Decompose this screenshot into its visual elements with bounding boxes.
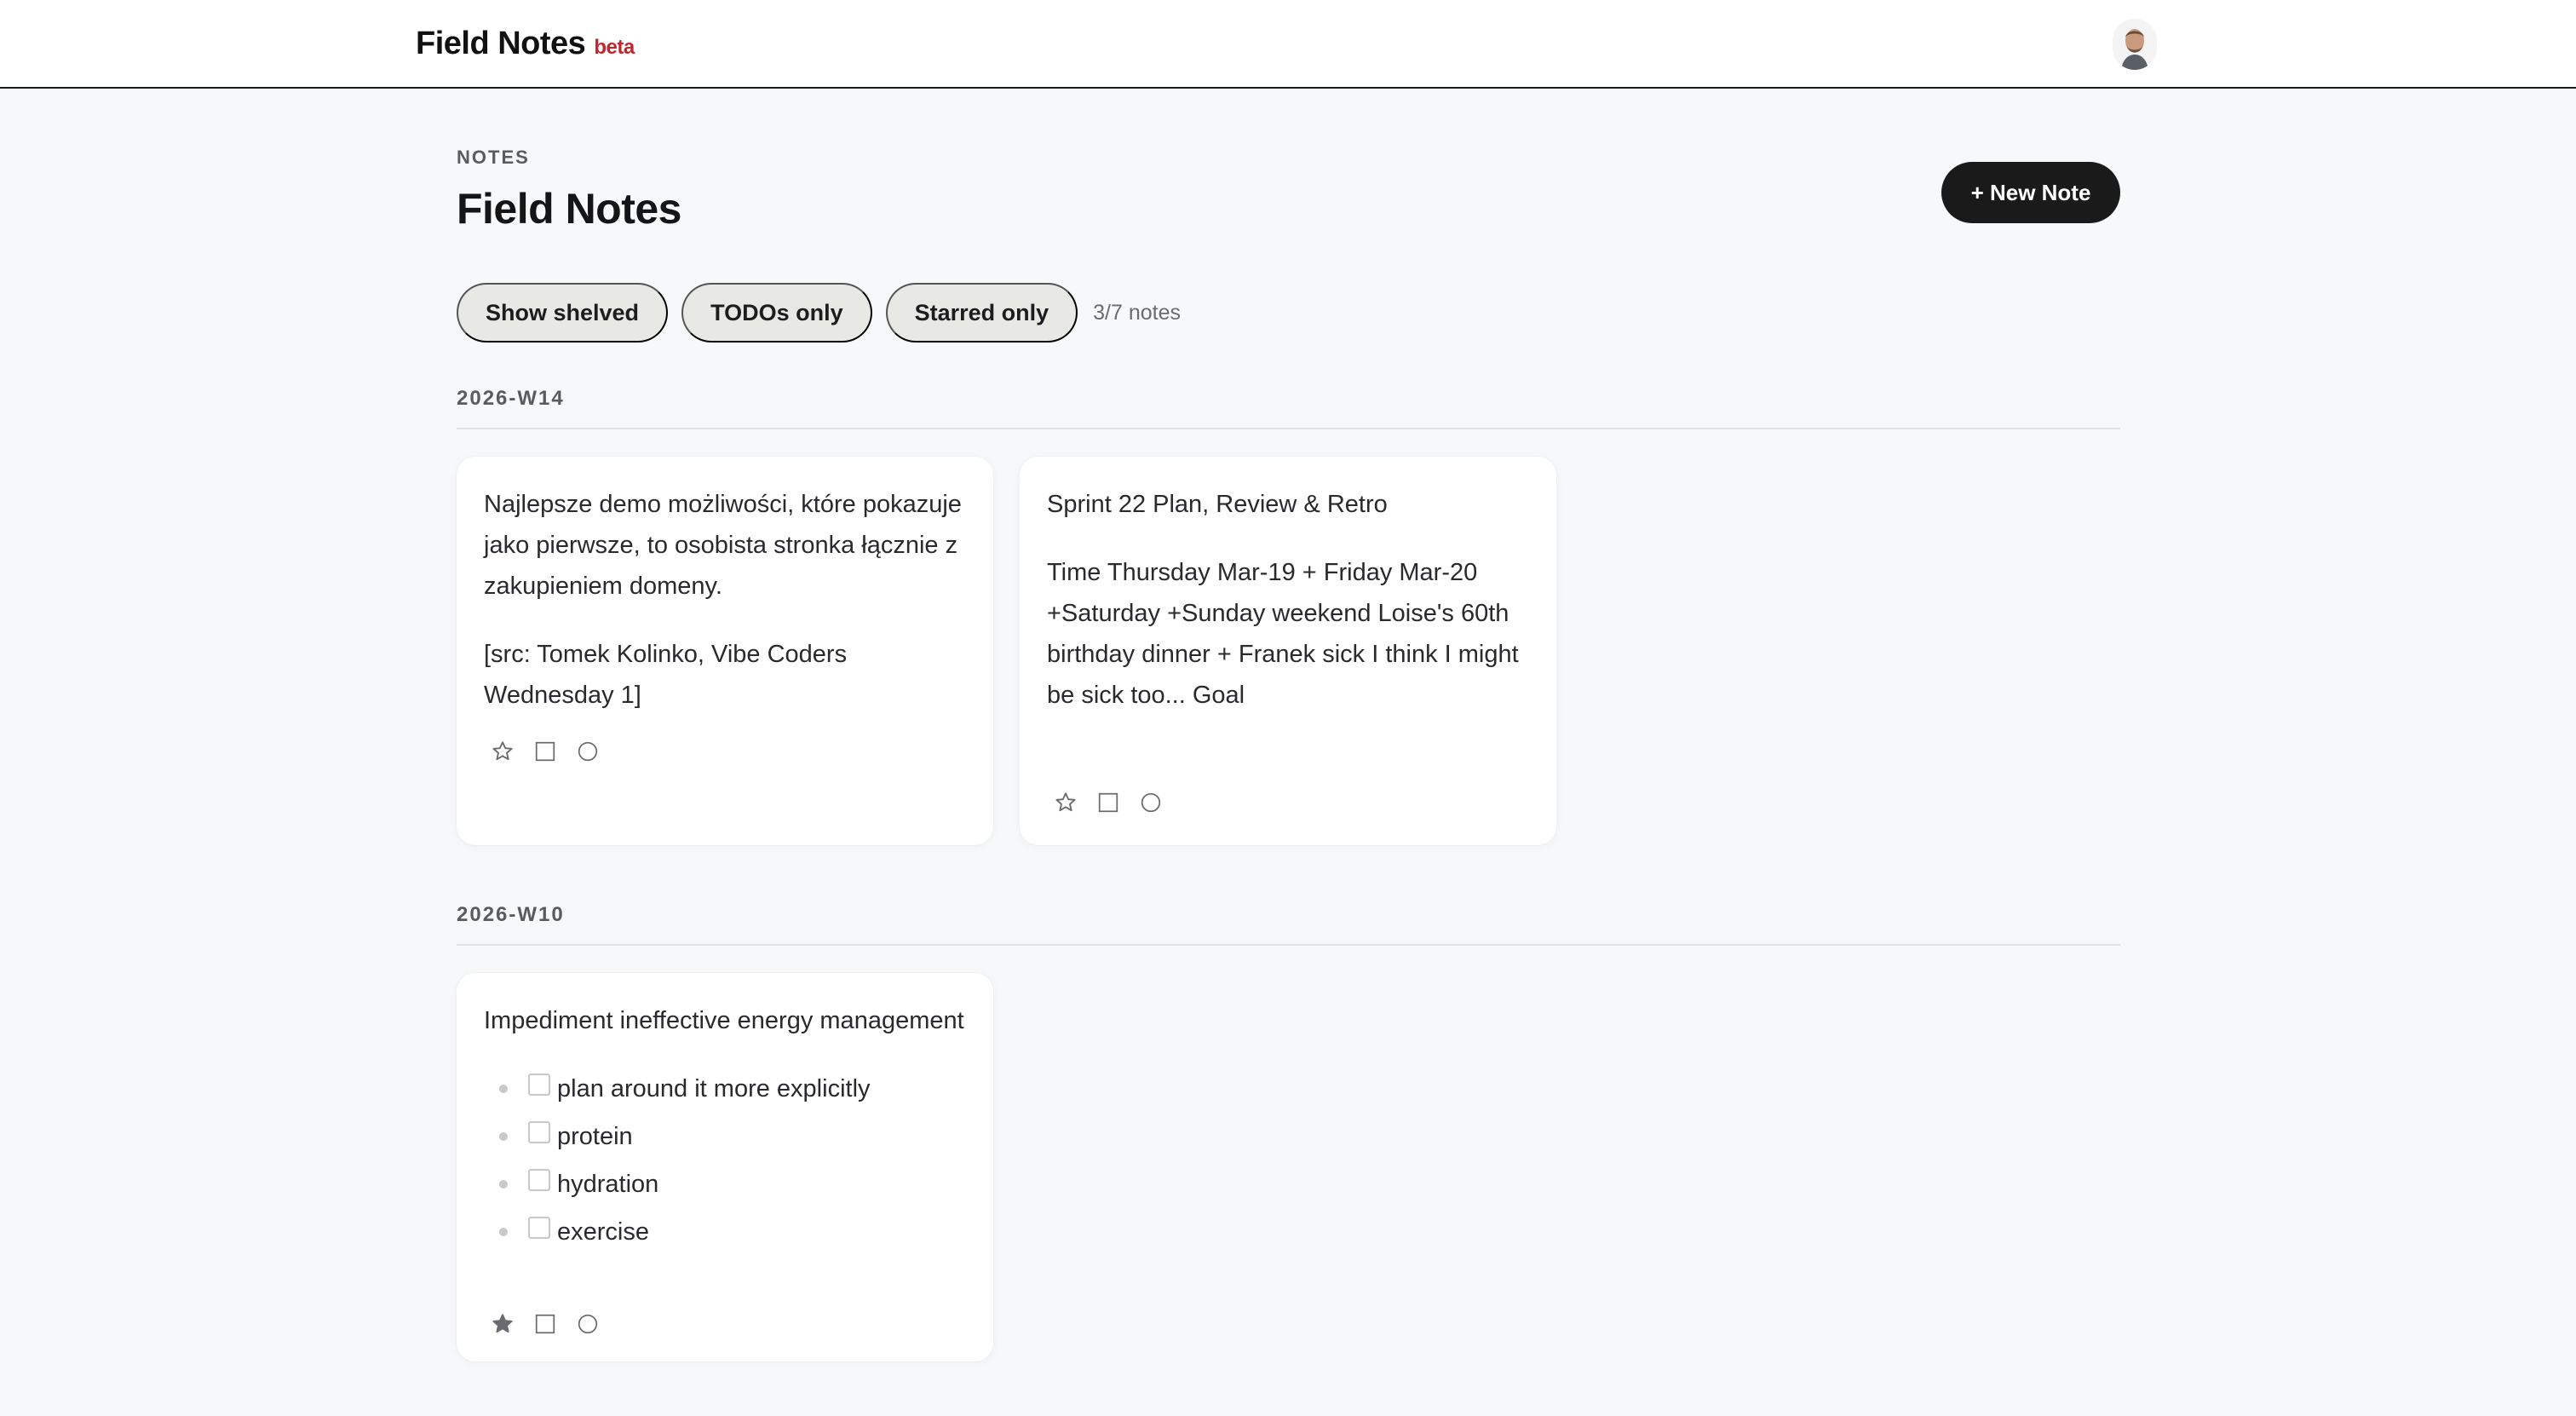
- week-heading: 2026-W14: [457, 387, 565, 410]
- star-icon[interactable]: [1054, 791, 1078, 814]
- note-actions: [491, 1312, 966, 1336]
- avatar-image: [2113, 19, 2157, 70]
- circle-icon[interactable]: [576, 1312, 600, 1336]
- note-actions: [1054, 791, 1529, 814]
- circle-icon[interactable]: [1139, 791, 1163, 814]
- todo-item: plan around it more explicitly: [484, 1065, 966, 1113]
- note-body: Sprint 22 Plan, Review & Retro Time Thur…: [1047, 484, 1529, 779]
- todo-checkbox[interactable]: [528, 1074, 550, 1096]
- starred-only-toggle[interactable]: Starred only: [885, 283, 1078, 342]
- todo-item: hydration: [484, 1160, 966, 1208]
- todo-item: exercise: [484, 1208, 966, 1256]
- section-eyebrow: NOTES: [457, 147, 530, 168]
- note-card[interactable]: Sprint 22 Plan, Review & Retro Time Thur…: [1020, 457, 1556, 845]
- week-divider: [457, 944, 2120, 946]
- star-filled-icon[interactable]: [491, 1312, 515, 1336]
- note-text: Najlepsze demo możliwości, które pokazuj…: [484, 491, 962, 600]
- note-text: [src: Tomek Kolinko, Vibe Coders Wednesd…: [484, 641, 848, 709]
- note-body: Impediment ineffective energy management…: [484, 1000, 966, 1300]
- note-actions: [491, 740, 966, 763]
- todo-list: plan around it more explicitly protein h…: [484, 1065, 966, 1256]
- week-heading: 2026-W10: [457, 903, 565, 926]
- todo-checkbox[interactable]: [528, 1121, 550, 1143]
- square-icon[interactable]: [533, 1312, 557, 1336]
- beta-badge: beta: [594, 36, 635, 59]
- note-text: Time Thursday Mar-19 + Friday Mar-20 +Sa…: [1047, 559, 1519, 709]
- app-title: Field Notes: [416, 26, 586, 61]
- brand[interactable]: Field Notes beta: [416, 26, 635, 62]
- todos-only-toggle[interactable]: TODOs only: [681, 283, 872, 342]
- todo-checkbox[interactable]: [528, 1169, 550, 1191]
- star-icon[interactable]: [491, 740, 515, 763]
- new-note-button[interactable]: + New Note: [1941, 162, 2120, 223]
- top-bar: Field Notes beta: [0, 0, 2576, 89]
- todo-item: protein: [484, 1113, 966, 1160]
- week-divider: [457, 428, 2120, 429]
- todo-checkbox[interactable]: [528, 1217, 550, 1239]
- square-icon[interactable]: [1096, 791, 1120, 814]
- notes-count: 3/7 notes: [1093, 300, 1181, 325]
- page-title: Field Notes: [457, 185, 681, 233]
- filter-bar: Show shelved TODOs only Starred only 3/7…: [457, 283, 1181, 342]
- note-title: Sprint 22 Plan, Review & Retro: [1047, 491, 1388, 518]
- note-card[interactable]: Najlepsze demo możliwości, które pokazuj…: [457, 457, 993, 845]
- circle-icon[interactable]: [576, 740, 600, 763]
- square-icon[interactable]: [533, 740, 557, 763]
- note-title: Impediment ineffective energy management: [484, 1007, 964, 1034]
- avatar[interactable]: [2113, 19, 2157, 70]
- note-card[interactable]: Impediment ineffective energy management…: [457, 973, 993, 1361]
- show-shelved-toggle[interactable]: Show shelved: [457, 283, 669, 342]
